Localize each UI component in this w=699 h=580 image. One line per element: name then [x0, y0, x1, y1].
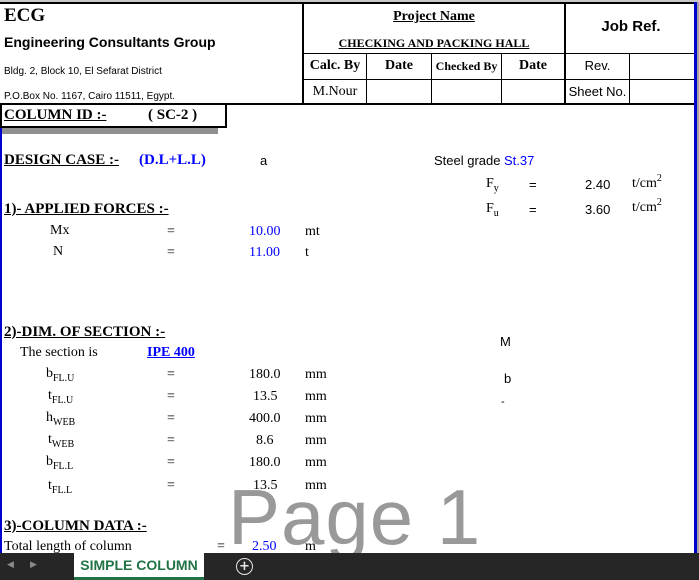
tab-scroll-prev-icon[interactable]: ◀ [7, 560, 14, 570]
dim-value: 400.0 [249, 411, 281, 426]
design-case-note: a [260, 153, 268, 168]
date-label-1: Date [385, 58, 413, 73]
tab-scroll-next-icon[interactable]: ▶ [30, 560, 37, 570]
fu-unit: t/cm2 [632, 197, 662, 216]
fy-unit: t/cm2 [632, 173, 662, 192]
dim-equals: = [167, 478, 175, 493]
rev-label: Rev. [584, 58, 611, 73]
design-case-value[interactable]: (D.L+L.L) [139, 152, 206, 169]
section-label: The section is [20, 345, 98, 360]
dim-symbol: tWEB [48, 432, 75, 450]
dim-unit: mm [305, 433, 327, 448]
force-value[interactable]: 10.00 [249, 224, 281, 240]
project-name-label: Project Name [393, 9, 475, 24]
side-label-b: b [504, 371, 512, 386]
sheet-no-label: Sheet No. [568, 84, 627, 99]
force-unit: t [305, 245, 309, 260]
dim-symbol: hWEB [46, 410, 76, 428]
project-name: CHECKING AND PACKING HALL [338, 36, 530, 50]
address-line-1: Bldg. 2, Block 10, El Sefarat District [4, 66, 162, 77]
dim-unit: mm [305, 478, 327, 493]
add-sheet-icon[interactable]: + [236, 558, 253, 575]
sheet-no-value-cell[interactable] [630, 80, 696, 103]
checked-by-cell[interactable] [432, 80, 501, 103]
company-name: Engineering Consultants Group [4, 34, 216, 50]
dim-value: 180.0 [249, 455, 281, 470]
column-id-label: COLUMN ID :- [4, 107, 107, 123]
dim-equals: = [167, 455, 175, 470]
dim-equals: = [167, 367, 175, 382]
design-case-label: DESIGN CASE :- [4, 152, 120, 168]
column-id-value[interactable]: ( SC-2 ) [148, 107, 197, 124]
fu-equals: = [529, 202, 537, 217]
fy-symbol: Fy [486, 176, 499, 194]
dim-symbol: tFL.U [48, 388, 74, 406]
dim-symbol: tFL.L [48, 478, 73, 496]
dim-value: 13.5 [253, 389, 278, 404]
dim-value: 8.6 [256, 433, 274, 448]
applied-forces-title: 1)- APPLIED FORCES :- [4, 201, 169, 217]
dim-value: 180.0 [249, 367, 281, 382]
job-ref-label: Job Ref. [601, 18, 661, 35]
calc-date-cell[interactable] [367, 80, 431, 103]
section-value[interactable]: IPE 400 [147, 345, 195, 361]
column-data-title: 3)-COLUMN DATA :- [4, 518, 147, 534]
fy-equals: = [529, 177, 537, 192]
fy-value: 2.40 [585, 177, 611, 192]
fu-symbol: Fu [486, 201, 499, 219]
side-label-dash: - [501, 396, 505, 408]
steel-grade-value[interactable]: St.37 [504, 153, 534, 168]
force-value[interactable]: 11.00 [249, 245, 280, 261]
calc-by-label: Calc. By [309, 58, 361, 73]
column-id-shadow [0, 128, 218, 134]
dim-unit: mm [305, 367, 327, 382]
side-label-m: M [500, 334, 511, 349]
dim-equals: = [167, 389, 175, 404]
date-label-2: Date [519, 58, 547, 73]
steel-grade-label: Steel grade [434, 153, 501, 168]
dim-value: 13.5 [253, 478, 278, 493]
sheet-tab-bar: ◀ ▶ SIMPLE COLUMN + [0, 553, 699, 580]
dim-unit: mm [305, 389, 327, 404]
force-unit: mt [305, 224, 320, 239]
force-symbol: N [53, 244, 64, 259]
rev-value-cell[interactable] [630, 54, 696, 79]
section-title: 2)-DIM. OF SECTION :- [4, 324, 166, 340]
force-equals: = [167, 245, 175, 260]
dim-equals: = [167, 433, 175, 448]
address-line-2: P.O.Box No. 1167, Cairo 11511, Egypt. [4, 91, 176, 102]
dim-symbol: bFL.L [46, 454, 74, 472]
company-abbr: ECG [4, 5, 46, 26]
calc-by-value[interactable]: M.Nour [304, 84, 366, 100]
checked-by-label: Checked By [435, 59, 498, 73]
force-symbol: Mx [50, 223, 70, 238]
dim-unit: mm [305, 411, 327, 426]
sheet-tab-simple-column[interactable]: SIMPLE COLUMN [74, 553, 204, 580]
force-equals: = [167, 224, 175, 239]
checked-date-cell[interactable] [502, 80, 564, 103]
fu-value: 3.60 [585, 202, 611, 217]
dim-equals: = [167, 411, 175, 426]
dim-symbol: bFL.U [46, 366, 75, 384]
dim-unit: mm [305, 455, 327, 470]
page-border-left [0, 128, 2, 553]
